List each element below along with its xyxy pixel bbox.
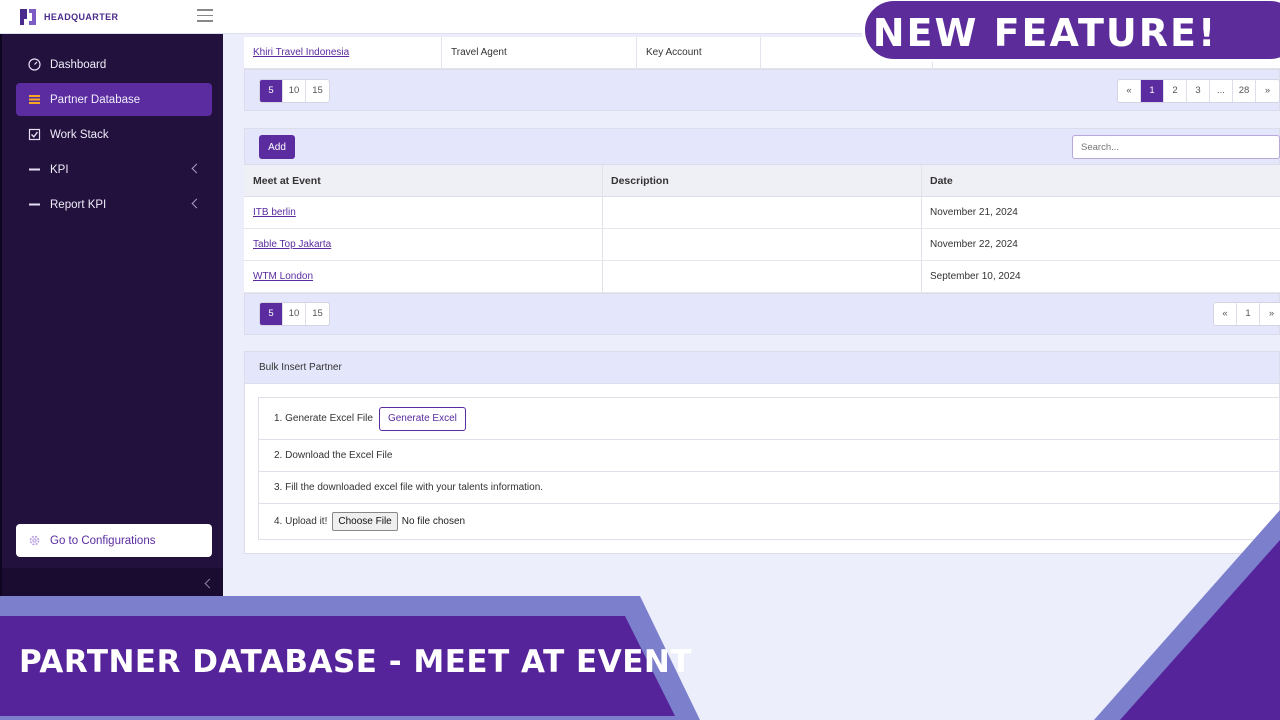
table-row: ITB berlin November 21, 2024 bbox=[244, 197, 1280, 229]
logo-text: HEADQUARTER bbox=[44, 12, 119, 22]
sidebar-item-work-stack[interactable]: Work Stack bbox=[16, 118, 212, 151]
checkbox-icon bbox=[27, 128, 41, 142]
table-row: Table Top Jakarta November 22, 2024 bbox=[244, 229, 1280, 261]
page-size-selector: 5 10 15 bbox=[259, 302, 330, 326]
add-event-button[interactable]: Add bbox=[259, 135, 295, 159]
bulk-insert-header: Bulk Insert Partner bbox=[244, 351, 1280, 384]
column-header-date: Date bbox=[930, 174, 953, 187]
choose-file-button[interactable]: Choose File bbox=[332, 512, 398, 531]
page-button[interactable]: 1 bbox=[1237, 303, 1260, 325]
page-button[interactable]: 3 bbox=[1187, 80, 1210, 102]
logo-icon bbox=[20, 9, 36, 25]
chevron-left-icon bbox=[191, 198, 202, 209]
step-label: 3. Fill the downloaded excel file with y… bbox=[274, 482, 544, 493]
prev-page-button[interactable]: « bbox=[1118, 80, 1141, 102]
sidebar-footer bbox=[2, 568, 223, 596]
event-link[interactable]: WTM London bbox=[253, 271, 313, 282]
no-file-text: No file chosen bbox=[401, 516, 466, 527]
collapse-sidebar-icon[interactable] bbox=[204, 578, 215, 589]
sidebar-item-partner-database[interactable]: Partner Database bbox=[16, 83, 212, 116]
next-page-button[interactable]: » bbox=[1260, 303, 1280, 325]
step-label: 1. Generate Excel File bbox=[274, 413, 373, 424]
sidebar-item-kpi[interactable]: KPI bbox=[16, 153, 212, 186]
pagination: « 1 2 3 ... 28 » bbox=[1117, 79, 1280, 103]
partner-name-link[interactable]: Khiri Travel Indonesia bbox=[253, 47, 349, 58]
sidebar: Dashboard Partner Database Work Stack KP… bbox=[0, 34, 223, 596]
page-size-option[interactable]: 15 bbox=[306, 80, 329, 102]
new-feature-badge: NEW FEATURE! bbox=[862, 0, 1280, 62]
logo[interactable]: HEADQUARTER bbox=[18, 7, 118, 27]
config-label: Go to Configurations bbox=[50, 534, 156, 547]
event-link[interactable]: Table Top Jakarta bbox=[253, 239, 331, 250]
partner-category-cell: Key Account bbox=[637, 37, 761, 69]
sidebar-item-label: Partner Database bbox=[50, 93, 141, 106]
event-table-header: Meet at Event Description Date bbox=[244, 165, 1280, 197]
column-header-event: Meet at Event bbox=[253, 174, 321, 187]
page-size-option[interactable]: 15 bbox=[306, 303, 329, 325]
table-row: WTM London September 10, 2024 bbox=[244, 261, 1280, 293]
sidebar-item-label: Work Stack bbox=[50, 128, 109, 141]
partner-type-cell: Travel Agent bbox=[442, 37, 637, 69]
sidebar-item-label: KPI bbox=[50, 163, 69, 176]
page-size-selector: 5 10 15 bbox=[259, 79, 330, 103]
step-label: 4. Upload it! bbox=[274, 516, 328, 527]
dash-icon bbox=[27, 163, 41, 177]
gear-icon bbox=[27, 534, 41, 548]
new-feature-text: NEW FEATURE! bbox=[872, 11, 1218, 55]
dash-icon bbox=[27, 198, 41, 212]
sidebar-item-report-kpi[interactable]: Report KPI bbox=[16, 188, 212, 221]
bulk-step-generate: 1. Generate Excel File Generate Excel bbox=[258, 397, 1280, 440]
bulk-step-download: 2. Download the Excel File bbox=[258, 440, 1280, 472]
event-description bbox=[602, 197, 611, 228]
bulk-step-upload: 4. Upload it! Choose File No file chosen bbox=[258, 504, 1280, 540]
sidebar-item-label: Dashboard bbox=[50, 58, 107, 71]
event-date: September 10, 2024 bbox=[930, 271, 1021, 282]
step-label: 2. Download the Excel File bbox=[274, 450, 393, 461]
page-size-option[interactable]: 5 bbox=[260, 303, 283, 325]
search-input[interactable] bbox=[1072, 135, 1280, 159]
event-date: November 21, 2024 bbox=[930, 207, 1018, 218]
event-date: November 22, 2024 bbox=[930, 239, 1018, 250]
column-header-description: Description bbox=[611, 174, 669, 187]
page-size-option[interactable]: 10 bbox=[283, 80, 306, 102]
next-page-button[interactable]: » bbox=[1256, 80, 1279, 102]
hamburger-menu-icon[interactable] bbox=[197, 9, 213, 23]
sidebar-item-label: Report KPI bbox=[50, 198, 107, 211]
promo-title: PARTNER DATABASE - MEET AT EVENT bbox=[19, 644, 692, 680]
pagination: « 1 » bbox=[1213, 302, 1280, 326]
sidebar-item-dashboard[interactable]: Dashboard bbox=[16, 48, 212, 81]
page-size-option[interactable]: 10 bbox=[283, 303, 306, 325]
event-link[interactable]: ITB berlin bbox=[253, 207, 296, 218]
bulk-step-fill: 3. Fill the downloaded excel file with y… bbox=[258, 472, 1280, 504]
event-table-pager-bar: 5 10 15 « 1 » bbox=[244, 293, 1280, 335]
gauge-icon bbox=[27, 58, 41, 72]
prev-page-button[interactable]: « bbox=[1214, 303, 1237, 325]
page-button[interactable]: 1 bbox=[1141, 80, 1164, 102]
page-ellipsis: ... bbox=[1210, 80, 1233, 102]
partner-name-cell: Khiri Travel Indonesia bbox=[244, 37, 442, 69]
page-button[interactable]: 2 bbox=[1164, 80, 1187, 102]
page-button[interactable]: 28 bbox=[1233, 80, 1256, 102]
event-description bbox=[602, 229, 611, 260]
generate-excel-button[interactable]: Generate Excel bbox=[378, 406, 466, 431]
partner-table-pager-bar: 5 10 15 « 1 2 3 ... 28 » bbox=[244, 69, 1280, 111]
chevron-left-icon bbox=[191, 163, 202, 174]
page-size-option[interactable]: 5 bbox=[260, 80, 283, 102]
list-icon bbox=[27, 93, 41, 107]
event-description bbox=[602, 261, 611, 292]
go-to-configurations-button[interactable]: Go to Configurations bbox=[16, 524, 212, 557]
